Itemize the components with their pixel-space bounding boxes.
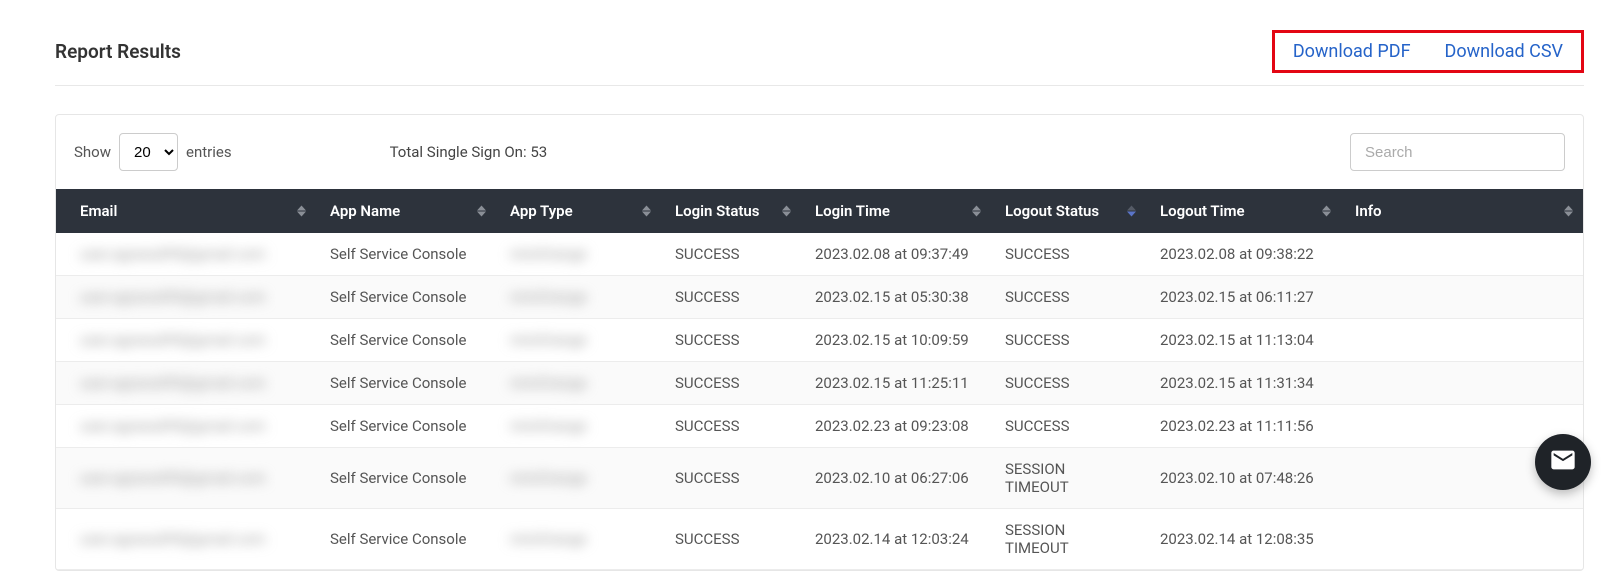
table-row: user.agrawal99@gmail.com Self Service Co… bbox=[56, 233, 1583, 276]
entries-label: entries bbox=[186, 143, 232, 161]
search-input[interactable] bbox=[1350, 133, 1565, 171]
table-row: user.agrawal99@gmail.com Self Service Co… bbox=[56, 362, 1583, 405]
col-header-logintime-label: Login Time bbox=[815, 202, 890, 220]
report-card: Show 20 entries Total Single Sign On: 53… bbox=[55, 114, 1584, 571]
cell-info bbox=[1341, 233, 1583, 276]
col-header-info[interactable]: Info bbox=[1341, 189, 1583, 233]
cell-appname: Self Service Console bbox=[316, 319, 496, 362]
sort-icon-active bbox=[1127, 206, 1136, 217]
cell-logintime: 2023.02.15 at 11:25:11 bbox=[801, 362, 991, 405]
divider bbox=[55, 85, 1584, 86]
cell-logouttime: 2023.02.15 at 11:31:34 bbox=[1146, 362, 1341, 405]
cell-email: user.agrawal99@gmail.com bbox=[56, 362, 316, 405]
sort-icon bbox=[972, 206, 981, 217]
cell-apptype: miniOrange bbox=[496, 362, 661, 405]
cell-appname: Self Service Console bbox=[316, 276, 496, 319]
table-row: user.agrawal99@gmail.com Self Service Co… bbox=[56, 448, 1583, 509]
page-title: Report Results bbox=[55, 40, 181, 63]
cell-loginstatus: SUCCESS bbox=[661, 362, 801, 405]
results-table: Email App Name App T bbox=[56, 189, 1583, 570]
col-header-apptype-label: App Type bbox=[510, 202, 573, 220]
cell-appname: Self Service Console bbox=[316, 233, 496, 276]
sort-icon bbox=[297, 206, 306, 217]
col-header-appname-label: App Name bbox=[330, 202, 400, 220]
cell-info bbox=[1341, 319, 1583, 362]
col-header-logouttime[interactable]: Logout Time bbox=[1146, 189, 1341, 233]
cell-appname: Self Service Console bbox=[316, 448, 496, 509]
cell-logouttime: 2023.02.15 at 11:13:04 bbox=[1146, 319, 1341, 362]
cell-logintime: 2023.02.23 at 09:23:08 bbox=[801, 405, 991, 448]
cell-apptype: miniOrange bbox=[496, 448, 661, 509]
download-pdf-link[interactable]: Download PDF bbox=[1293, 41, 1411, 62]
cell-apptype: miniOrange bbox=[496, 319, 661, 362]
cell-loginstatus: SUCCESS bbox=[661, 233, 801, 276]
cell-appname: Self Service Console bbox=[316, 405, 496, 448]
cell-logoutstatus: SUCCESS bbox=[991, 319, 1146, 362]
cell-email: user.agrawal99@gmail.com bbox=[56, 319, 316, 362]
sort-icon bbox=[1564, 206, 1573, 217]
col-header-logoutstatus-label: Logout Status bbox=[1005, 202, 1099, 220]
cell-logouttime: 2023.02.08 at 09:38:22 bbox=[1146, 233, 1341, 276]
cell-loginstatus: SUCCESS bbox=[661, 319, 801, 362]
cell-appname: Self Service Console bbox=[316, 362, 496, 405]
cell-email: user.agrawal99@gmail.com bbox=[56, 405, 316, 448]
cell-info bbox=[1341, 276, 1583, 319]
cell-logoutstatus: SUCCESS bbox=[991, 405, 1146, 448]
cell-email: user.agrawal99@gmail.com bbox=[56, 276, 316, 319]
cell-logoutstatus: SUCCESS bbox=[991, 276, 1146, 319]
table-row: user.agrawal99@gmail.com Self Service Co… bbox=[56, 276, 1583, 319]
cell-loginstatus: SUCCESS bbox=[661, 276, 801, 319]
cell-apptype: miniOrange bbox=[496, 233, 661, 276]
cell-logintime: 2023.02.10 at 06:27:06 bbox=[801, 448, 991, 509]
chat-fab[interactable] bbox=[1535, 434, 1591, 490]
show-label: Show bbox=[74, 143, 111, 161]
cell-logoutstatus: SESSION TIMEOUT bbox=[991, 448, 1146, 509]
cell-loginstatus: SUCCESS bbox=[661, 448, 801, 509]
col-header-info-label: Info bbox=[1355, 202, 1382, 220]
page-size-select[interactable]: 20 bbox=[119, 133, 178, 171]
cell-logoutstatus: SUCCESS bbox=[991, 362, 1146, 405]
download-box: Download PDF Download CSV bbox=[1272, 30, 1584, 73]
col-header-appname[interactable]: App Name bbox=[316, 189, 496, 233]
cell-logouttime: 2023.02.15 at 06:11:27 bbox=[1146, 276, 1341, 319]
col-header-logintime[interactable]: Login Time bbox=[801, 189, 991, 233]
cell-logintime: 2023.02.08 at 09:37:49 bbox=[801, 233, 991, 276]
cell-info bbox=[1341, 362, 1583, 405]
total-sso-label: Total Single Sign On: 53 bbox=[390, 143, 548, 161]
col-header-email[interactable]: Email bbox=[56, 189, 316, 233]
cell-apptype: miniOrange bbox=[496, 405, 661, 448]
cell-logouttime: 2023.02.10 at 07:48:26 bbox=[1146, 448, 1341, 509]
table-row: user.agrawal99@gmail.com Self Service Co… bbox=[56, 319, 1583, 362]
cell-email: user.agrawal99@gmail.com bbox=[56, 233, 316, 276]
col-header-loginstatus[interactable]: Login Status bbox=[661, 189, 801, 233]
col-header-logoutstatus[interactable]: Logout Status bbox=[991, 189, 1146, 233]
table-row: user.agrawal99@gmail.com Self Service Co… bbox=[56, 405, 1583, 448]
cell-logouttime: 2023.02.23 at 11:11:56 bbox=[1146, 405, 1341, 448]
col-header-apptype[interactable]: App Type bbox=[496, 189, 661, 233]
cell-loginstatus: SUCCESS bbox=[661, 405, 801, 448]
mail-icon bbox=[1549, 446, 1577, 478]
col-header-email-label: Email bbox=[80, 202, 117, 220]
download-csv-link[interactable]: Download CSV bbox=[1445, 41, 1563, 62]
cell-logoutstatus: SUCCESS bbox=[991, 233, 1146, 276]
cell-apptype: miniOrange bbox=[496, 276, 661, 319]
sort-icon bbox=[1322, 206, 1331, 217]
col-header-logouttime-label: Logout Time bbox=[1160, 202, 1245, 220]
sort-icon bbox=[782, 206, 791, 217]
sort-icon bbox=[642, 206, 651, 217]
cell-logintime: 2023.02.15 at 05:30:38 bbox=[801, 276, 991, 319]
cell-logintime: 2023.02.15 at 10:09:59 bbox=[801, 319, 991, 362]
cell-email: user.agrawal99@gmail.com bbox=[56, 448, 316, 509]
sort-icon bbox=[477, 206, 486, 217]
col-header-loginstatus-label: Login Status bbox=[675, 202, 760, 220]
